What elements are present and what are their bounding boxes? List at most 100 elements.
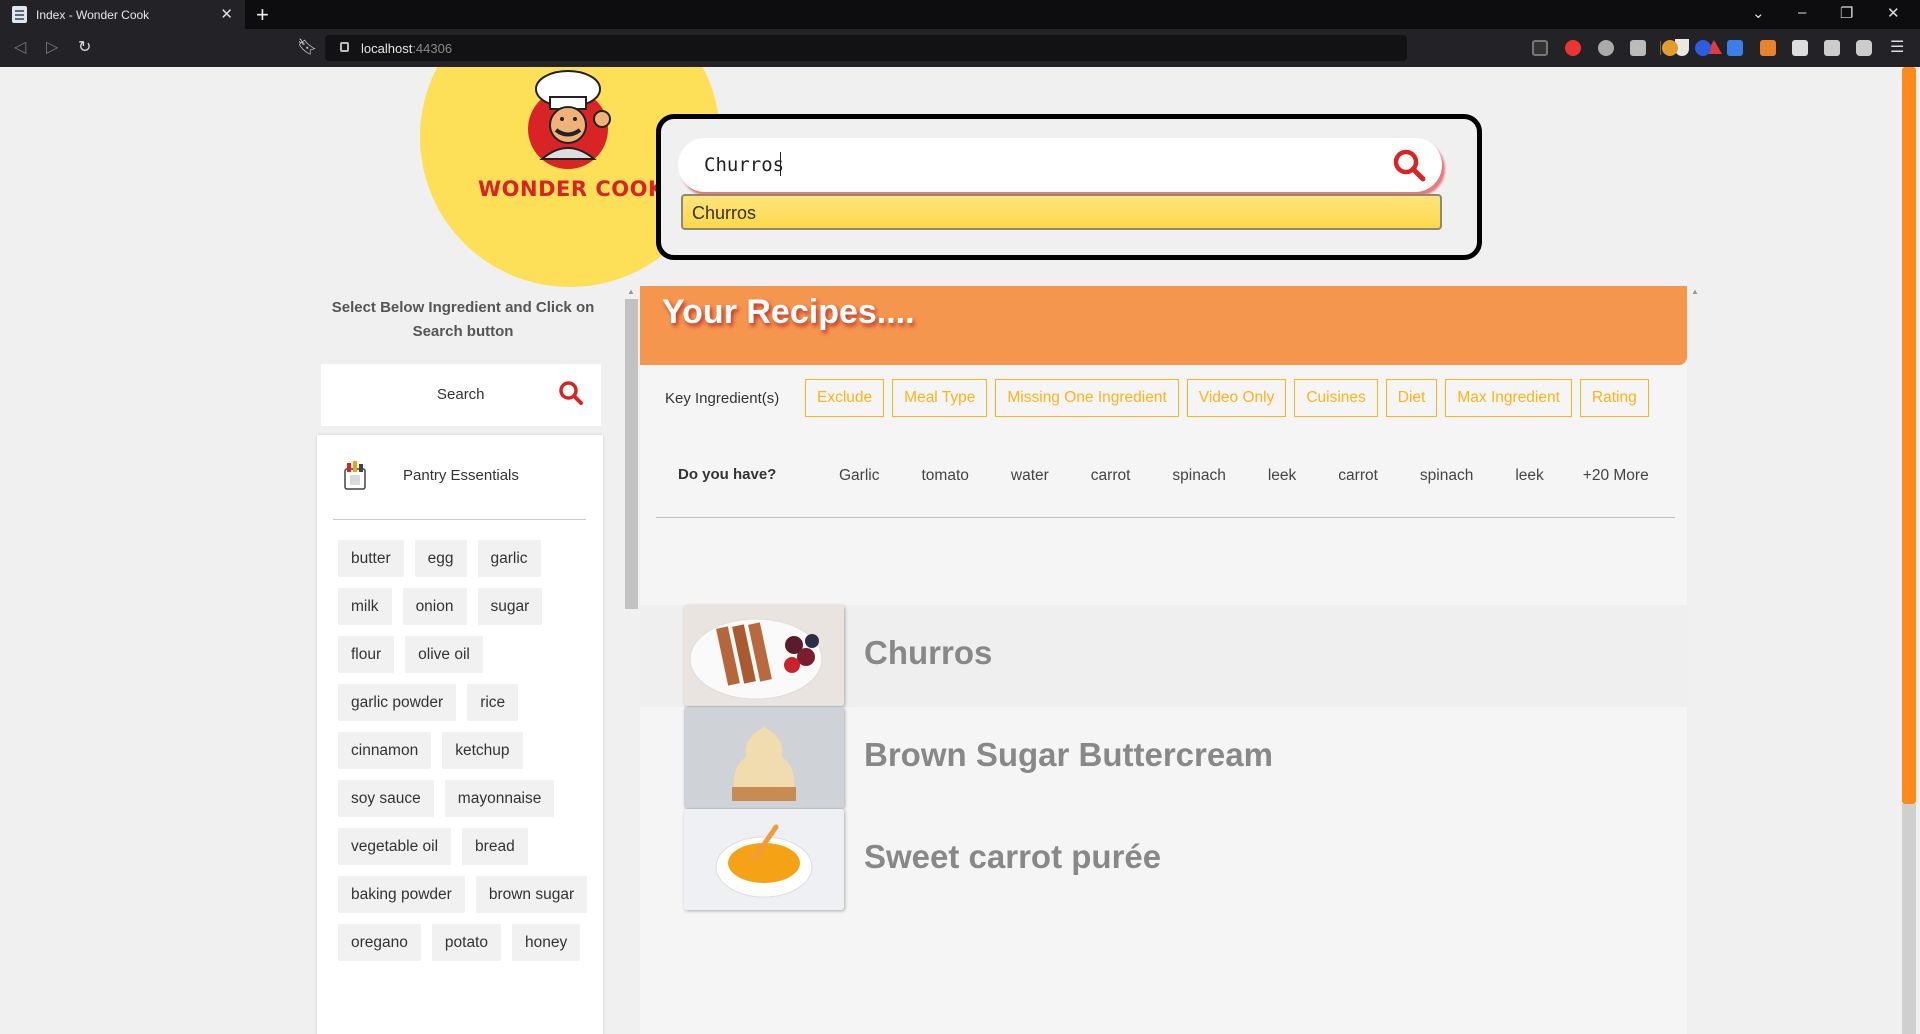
ingredient-chip-list: butter egg garlic milk onion sugar flour… xyxy=(338,540,588,961)
recipe-search-input[interactable] xyxy=(704,152,1344,178)
recipe-thumbnail[interactable] xyxy=(684,809,844,910)
ingredient-chip[interactable]: onion xyxy=(402,588,467,625)
recipes-scrollbar[interactable]: ▲ xyxy=(1688,287,1702,1034)
recipe-title[interactable]: Brown Sugar Buttercream xyxy=(864,736,1273,774)
filter-cuisines[interactable]: Cuisines xyxy=(1294,379,1378,417)
extension-icon[interactable] xyxy=(1532,40,1548,56)
wallet-icon[interactable] xyxy=(1856,40,1872,56)
ingredient-chip[interactable]: bread xyxy=(462,828,528,865)
ingredient-chip[interactable]: oregano xyxy=(338,924,421,961)
ingredient-chip[interactable]: butter xyxy=(338,540,404,577)
filter-exclude[interactable]: Exclude xyxy=(805,379,885,417)
minimize-icon[interactable]: – xyxy=(1798,4,1806,21)
cookie-icon[interactable] xyxy=(1662,40,1678,56)
buttercream-image-icon xyxy=(684,707,844,808)
metamask-icon[interactable] xyxy=(1760,40,1776,56)
bookmark-icon[interactable]: 🔖︎ xyxy=(297,37,317,57)
sidebar-scrollbar[interactable]: ▲ xyxy=(624,287,638,1034)
address-bar[interactable]: localhost:44306 xyxy=(325,35,1722,61)
page-icon xyxy=(12,6,27,23)
recipe-row[interactable]: Sweet carrot purée xyxy=(640,809,1687,911)
ingredient-chip[interactable]: flour xyxy=(338,636,395,673)
ingredient-chip[interactable]: brown sugar xyxy=(475,876,588,913)
search-icon[interactable] xyxy=(1392,148,1426,182)
suggested-ingredient[interactable]: tomato xyxy=(900,456,989,496)
ingredient-chip[interactable]: sugar xyxy=(477,588,543,625)
recipes-header: Your Recipes.... xyxy=(640,286,1687,365)
restore-icon[interactable]: ❐ xyxy=(1840,4,1853,22)
suggested-ingredient[interactable]: spinach xyxy=(1151,456,1246,496)
new-tab-icon[interactable]: + xyxy=(256,2,269,28)
reading-list-icon[interactable] xyxy=(1824,40,1840,56)
recipe-row[interactable]: Churros xyxy=(640,605,1687,707)
filter-missing-one-ingredient[interactable]: Missing One Ingredient xyxy=(995,379,1179,417)
filter-diet[interactable]: Diet xyxy=(1385,379,1438,417)
suggested-ingredient[interactable]: water xyxy=(990,456,1070,496)
suggested-ingredient[interactable]: carrot xyxy=(1317,456,1399,496)
more-ingredients-link[interactable]: +20 More xyxy=(1565,456,1670,496)
close-window-icon[interactable]: ✕ xyxy=(1887,4,1900,22)
extensions-puzzle-icon[interactable] xyxy=(1792,40,1808,56)
logo-text: WONDER COOK xyxy=(478,177,658,201)
tab-list-icon[interactable]: ⌄ xyxy=(1752,4,1765,22)
ingredient-chip[interactable]: baking powder xyxy=(338,876,465,913)
page-scroll-thumb[interactable] xyxy=(1902,67,1916,804)
forward-icon[interactable]: ▷ xyxy=(46,37,58,57)
google-translate-icon[interactable] xyxy=(1727,40,1743,56)
filter-meal-type[interactable]: Meal Type xyxy=(892,379,988,417)
url-port: :44306 xyxy=(412,40,453,56)
recipe-title[interactable]: Sweet carrot purée xyxy=(864,838,1161,876)
close-tab-icon[interactable]: ✕ xyxy=(220,5,233,23)
ingredient-chip[interactable]: egg xyxy=(414,540,467,577)
ingredient-chip[interactable]: milk xyxy=(338,588,392,625)
ingredient-search-button[interactable]: Search xyxy=(321,364,601,426)
scroll-up-icon[interactable]: ▲ xyxy=(1691,287,1699,296)
url-host: localhost xyxy=(361,40,413,56)
pantry-category-label: Pantry Essentials xyxy=(403,467,519,484)
recipe-row[interactable]: Brown Sugar Buttercream xyxy=(640,707,1687,809)
ingredient-chip[interactable]: rice xyxy=(467,684,519,721)
filter-rating[interactable]: Rating xyxy=(1579,379,1649,417)
suggested-ingredient[interactable]: leek xyxy=(1247,456,1317,496)
sidebar-scroll-thumb[interactable] xyxy=(625,299,638,609)
audio-icon[interactable] xyxy=(1695,40,1711,56)
cloud-icon[interactable] xyxy=(1598,40,1614,56)
page-scrollbar[interactable] xyxy=(1900,67,1920,1034)
back-icon[interactable]: ◁ xyxy=(14,37,26,57)
ingredient-chip[interactable]: garlic powder xyxy=(338,684,457,721)
recipe-search-box[interactable] xyxy=(678,138,1442,192)
suggested-ingredient[interactable]: spinach xyxy=(1399,456,1494,496)
key-ingredient-label: Key Ingredient(s) xyxy=(665,390,780,407)
pantry-essentials-header[interactable]: Pantry Essentials xyxy=(342,457,592,497)
page-scroll-track[interactable] xyxy=(1902,804,1916,1034)
browser-tab-bar: Index - Wonder Cook ✕ + ⌄ – ❐ ✕ xyxy=(0,0,1920,29)
adblock-icon[interactable] xyxy=(1565,40,1581,56)
ingredient-chip[interactable]: potato xyxy=(431,924,501,961)
ingredient-chip[interactable]: mayonnaise xyxy=(444,780,555,817)
ingredient-chip[interactable]: honey xyxy=(512,924,581,961)
page: WONDER COOK Churros Select Below Ingredi… xyxy=(0,67,1900,1034)
suggested-ingredient[interactable]: Garlic xyxy=(818,456,900,496)
ingredient-panel: Pantry Essentials butter egg garlic milk… xyxy=(317,435,603,1034)
recipe-thumbnail[interactable] xyxy=(684,707,844,808)
ingredient-chip[interactable]: soy sauce xyxy=(338,780,434,817)
filter-video-only[interactable]: Video Only xyxy=(1186,379,1287,417)
translate-extension-icon[interactable] xyxy=(1630,40,1646,56)
reload-icon[interactable]: ↻ xyxy=(78,37,91,57)
scroll-up-icon[interactable]: ▲ xyxy=(627,287,635,296)
ingredient-chip[interactable]: vegetable oil xyxy=(338,828,452,865)
filter-bar: Exclude Meal Type Missing One Ingredient… xyxy=(805,379,1649,417)
ingredient-chip[interactable]: garlic xyxy=(477,540,541,577)
menu-icon[interactable]: ☰ xyxy=(1890,37,1904,57)
autocomplete-suggestion[interactable]: Churros xyxy=(681,194,1442,230)
recipes-title: Your Recipes.... xyxy=(662,293,915,331)
recipe-thumbnail[interactable] xyxy=(684,605,844,706)
ingredient-chip[interactable]: olive oil xyxy=(405,636,483,673)
filter-max-ingredient[interactable]: Max Ingredient xyxy=(1445,379,1572,417)
browser-tab[interactable]: Index - Wonder Cook ✕ xyxy=(0,0,245,29)
suggested-ingredient[interactable]: carrot xyxy=(1070,456,1152,496)
suggested-ingredient[interactable]: leek xyxy=(1494,456,1564,496)
ingredient-chip[interactable]: cinnamon xyxy=(338,732,432,769)
ingredient-chip[interactable]: ketchup xyxy=(442,732,523,769)
recipe-title[interactable]: Churros xyxy=(864,634,992,672)
